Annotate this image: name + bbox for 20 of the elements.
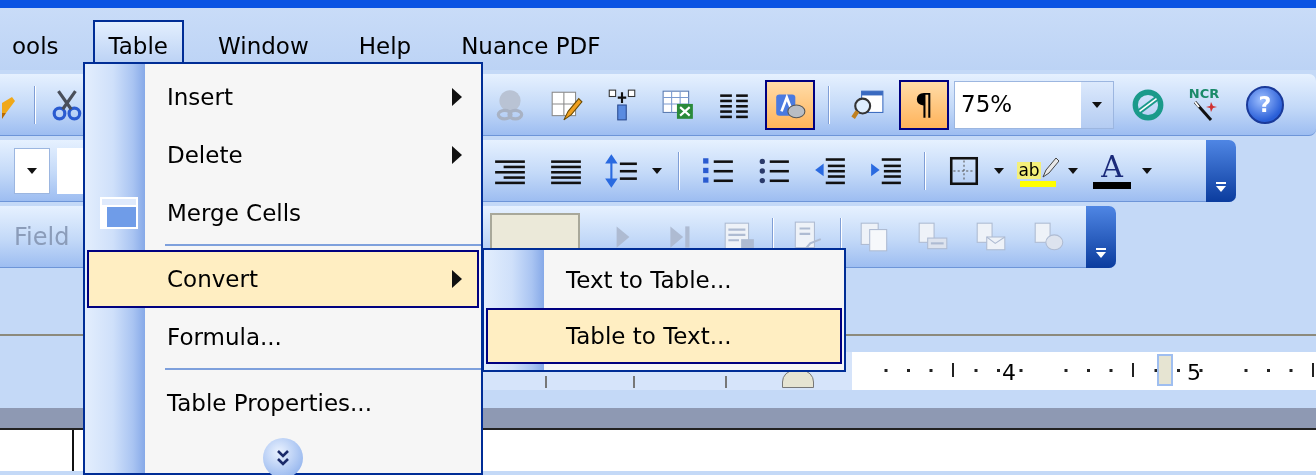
menu-item[interactable]: Merge Cells bbox=[87, 184, 479, 242]
menu-item[interactable]: Table to Text... bbox=[486, 308, 842, 364]
menu-item[interactable]: Table Properties... bbox=[87, 374, 479, 432]
field-label: Field bbox=[14, 221, 70, 253]
menu-item[interactable]: Formula... bbox=[87, 308, 479, 366]
font-color-button[interactable]: A bbox=[1087, 145, 1137, 196]
menu-item[interactable]: Window bbox=[202, 20, 325, 70]
menu-item[interactable]: Text to Table... bbox=[486, 252, 842, 308]
ruler-number: 5 bbox=[1187, 359, 1201, 387]
zoom-combo-box[interactable]: 75% bbox=[954, 80, 1114, 129]
menu-item[interactable]: Convert bbox=[87, 250, 479, 308]
zoom-value: 75% bbox=[961, 90, 1013, 120]
ruler-number: 4 bbox=[1002, 359, 1016, 387]
menu-item[interactable]: ools bbox=[10, 20, 75, 70]
menu-item[interactable]: Insert bbox=[87, 68, 479, 126]
pilcrow-button[interactable]: ¶ bbox=[899, 79, 949, 130]
highlight-button[interactable]: ab bbox=[1013, 145, 1063, 196]
menu-item[interactable]: Help bbox=[342, 20, 428, 70]
menu-item[interactable]: Nuance PDF bbox=[445, 20, 617, 70]
menu-item[interactable]: Delete bbox=[87, 126, 479, 184]
